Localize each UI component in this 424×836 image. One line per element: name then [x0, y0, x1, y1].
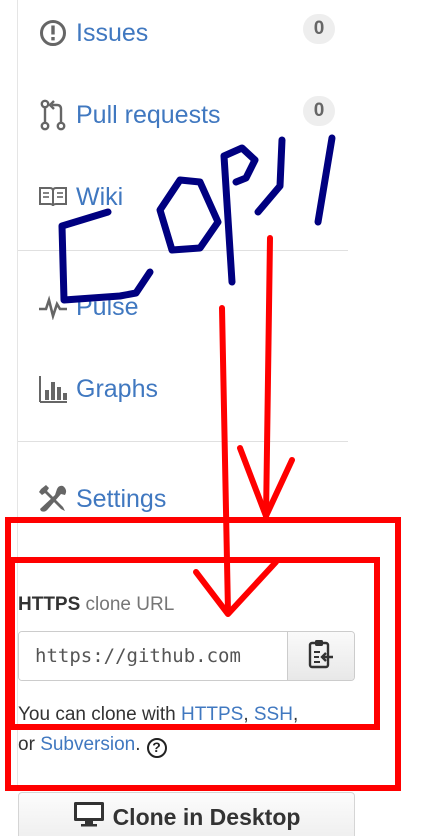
clone-url-title: HTTPS clone URL — [18, 594, 174, 616]
help-period: . — [135, 734, 141, 755]
sidebar-item-label: Pulse — [76, 292, 139, 321]
sidebar-item-label: Pull requests — [76, 100, 221, 129]
help-comma: , — [292, 704, 299, 725]
clone-help-text: You can clone with HTTPS, SSH, or Subvers… — [18, 700, 368, 760]
subversion-link[interactable]: Subversion — [40, 734, 135, 755]
help-prefix: You can clone with — [18, 704, 182, 725]
sidebar-item-pull-requests[interactable]: Pull requests — [36, 93, 221, 137]
clone-url-input[interactable] — [19, 632, 287, 680]
ssh-link[interactable]: SSH — [254, 704, 293, 725]
clone-in-desktop-button[interactable]: Clone in Desktop — [18, 792, 355, 836]
copy-to-clipboard-button[interactable] — [287, 632, 354, 680]
issue-opened-icon — [36, 16, 70, 50]
sidebar-item-settings[interactable]: Settings — [36, 477, 166, 521]
clone-in-desktop-label: Clone in Desktop — [112, 803, 301, 830]
sidebar-item-label: Issues — [76, 18, 149, 47]
pull-requests-counter: 0 — [303, 96, 335, 126]
sidebar-divider — [18, 441, 348, 442]
sidebar-item-wiki[interactable]: Wiki — [36, 175, 123, 219]
sidebar-item-label: Wiki — [76, 182, 124, 211]
sidebar-item-pulse[interactable]: Pulse — [36, 285, 139, 329]
git-pull-request-icon — [36, 98, 70, 132]
sidebar-item-label: Graphs — [76, 374, 158, 403]
sidebar-item-label: Settings — [76, 484, 167, 513]
clone-title-suffix: clone URL — [80, 594, 175, 615]
help-or: or — [18, 734, 41, 755]
clippy-icon — [308, 639, 334, 674]
sidebar-item-issues[interactable]: Issues — [36, 11, 148, 55]
copy-handwriting — [58, 134, 336, 304]
tools-icon — [36, 482, 70, 516]
red-arrows — [193, 235, 295, 617]
graph-icon — [36, 372, 70, 406]
help-separator: , — [243, 704, 254, 725]
pulse-icon — [36, 290, 70, 324]
clone-url-group — [18, 631, 355, 681]
question-icon[interactable]: ? — [146, 738, 167, 758]
book-icon — [36, 180, 70, 214]
sidebar-item-graphs[interactable]: Graphs — [36, 367, 158, 411]
clone-protocol: HTTPS — [18, 594, 81, 615]
issues-counter: 0 — [303, 14, 335, 44]
sidebar-divider — [18, 250, 348, 251]
https-link[interactable]: HTTPS — [181, 704, 243, 725]
device-desktop-icon — [73, 801, 113, 833]
